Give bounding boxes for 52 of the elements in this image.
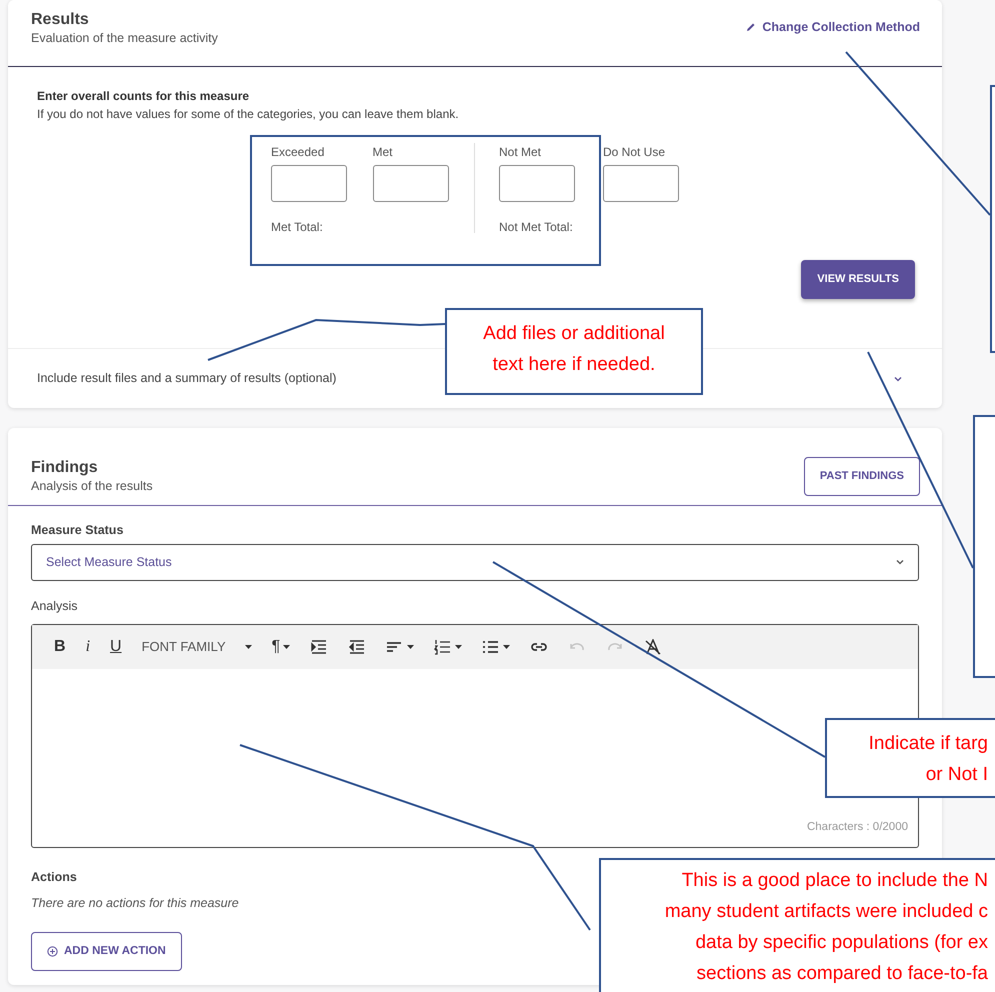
add-action-button[interactable]: ADD NEW ACTION [31, 932, 182, 972]
caret-icon [503, 644, 510, 648]
chevron-icon [896, 559, 904, 566]
character-count: Characters : 0/2000 [806, 820, 908, 836]
counts-hint: If you do not have values for some of the categories, you can leave them blank. [37, 106, 460, 123]
numbered-list-icon [434, 638, 452, 654]
section-subtitle: Evaluation of the measure activity [31, 30, 218, 48]
caret-icon [407, 644, 414, 648]
section-label: Actions [31, 868, 77, 886]
italic-button[interactable]: i [80, 632, 96, 662]
past-findings-button[interactable]: PAST FINDINGS [804, 457, 920, 496]
bold-button[interactable]: B [48, 632, 72, 662]
count-input[interactable] [372, 165, 448, 202]
pencil-icon [746, 22, 756, 32]
total-label: Not Met Total: [499, 219, 574, 236]
count-input[interactable] [271, 165, 347, 202]
field-label: Analysis [31, 598, 79, 615]
clear-format-icon [644, 638, 662, 654]
caret-icon [244, 644, 252, 648]
section-title: Findings [31, 458, 99, 477]
field-label: Do Not Use [603, 144, 666, 161]
callout-text: Add files or additional [482, 322, 666, 346]
caret-icon [455, 644, 462, 648]
callout-text: or Not I [924, 763, 988, 787]
bullet-list-icon [482, 638, 500, 654]
status-select[interactable]: Select Measure Status [31, 544, 919, 581]
callout-text: text here if needed. [492, 353, 656, 377]
outdent-icon [348, 638, 366, 654]
collapsible-label: Include result files and a summary of results (optional) [37, 370, 336, 388]
plus-circle-icon [47, 946, 58, 958]
section-subtitle: Analysis of the results [31, 478, 153, 495]
section-title: Results [31, 10, 90, 30]
field-label: Exceeded [271, 144, 326, 161]
empty-message: There are no actions for this measure [31, 895, 239, 912]
field-label: Measure Status [31, 522, 124, 539]
paragraph-dropdown[interactable]: ¶ [266, 632, 296, 662]
underline-button[interactable]: U [104, 632, 128, 662]
callout-text: This is a good place to include the N [680, 869, 988, 893]
change-method-link[interactable]: Change Collection Method [746, 18, 920, 37]
font-family-dropdown[interactable]: FONT FAMILY [136, 632, 258, 662]
caret-icon [283, 644, 290, 648]
callout-text: many student artifacts were included c [664, 900, 988, 924]
view-results-button[interactable]: VIEW RESULTS [801, 260, 915, 298]
count-input[interactable] [603, 165, 679, 202]
count-input[interactable] [499, 165, 575, 202]
indent-icon [310, 638, 328, 654]
field-label: Not Met [499, 144, 542, 161]
callout-text: data by specific populations (for ex [694, 931, 988, 955]
field-label: Met [372, 144, 394, 161]
total-label: Met Total: [271, 219, 324, 236]
callout-text: sections as compared to face-to-fa [696, 962, 988, 986]
counts-heading: Enter overall counts for this measure [37, 88, 250, 105]
